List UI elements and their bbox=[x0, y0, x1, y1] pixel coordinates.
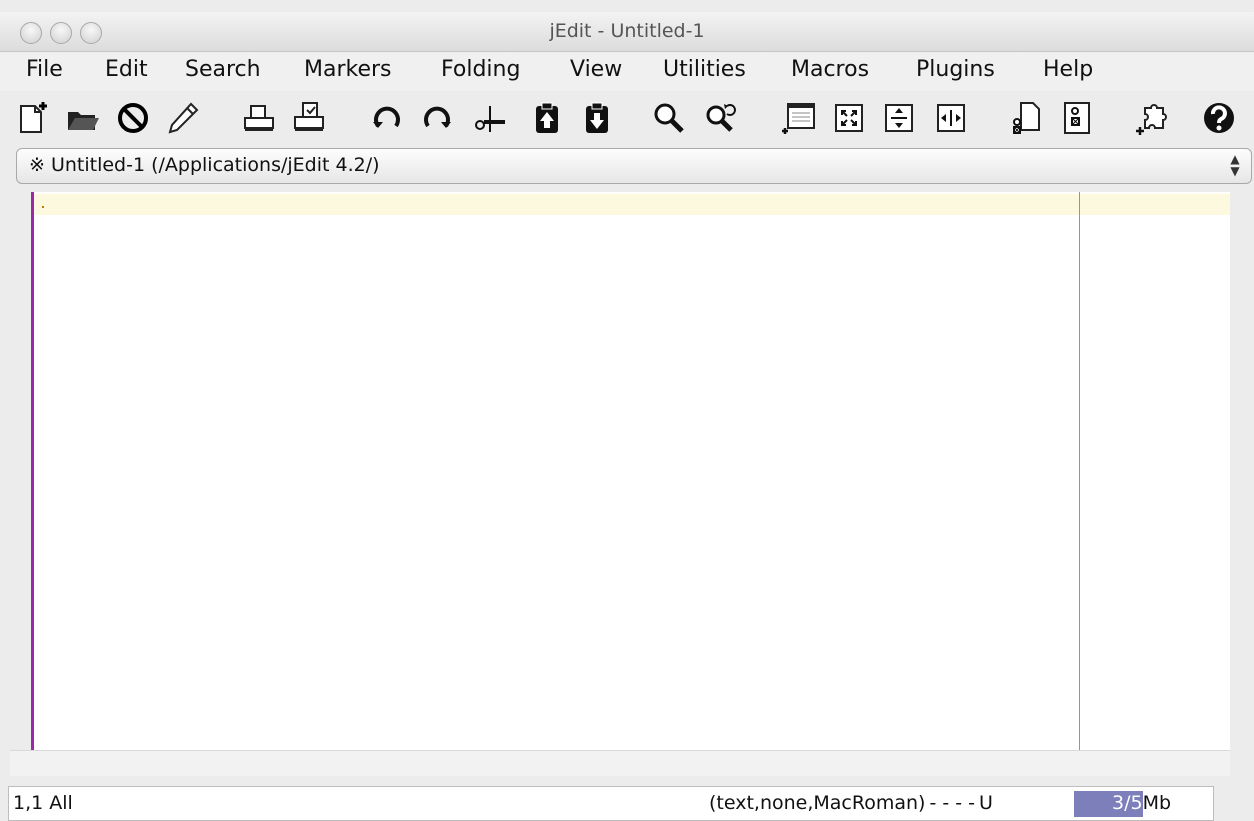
menu-folding[interactable]: Folding bbox=[441, 57, 520, 82]
chevron-up-down-icon: ▲ ▼ bbox=[1230, 152, 1240, 178]
caret-position: 1,1 All bbox=[13, 792, 73, 814]
menu-macros[interactable]: Macros bbox=[791, 57, 869, 82]
menu-edit[interactable]: Edit bbox=[105, 57, 148, 82]
help-button[interactable] bbox=[1200, 95, 1238, 141]
gutter-border bbox=[31, 192, 34, 750]
undo-icon bbox=[373, 106, 400, 128]
split-vertical-icon bbox=[937, 104, 965, 132]
help-icon bbox=[1204, 103, 1234, 133]
open-button[interactable] bbox=[64, 95, 102, 141]
edit-button[interactable] bbox=[164, 95, 202, 141]
plugin-manager-button[interactable] bbox=[1134, 95, 1172, 141]
global-options-icon bbox=[1064, 102, 1090, 134]
cut-button[interactable] bbox=[470, 95, 508, 141]
buffer-switcher[interactable]: ※ Untitled-1 (/Applications/jEdit 4.2/) … bbox=[16, 148, 1252, 184]
menu-file[interactable]: File bbox=[26, 57, 63, 82]
menu-bar: File Edit Search Markers Folding View Ut… bbox=[0, 53, 1254, 91]
horizontal-scrollbar[interactable] bbox=[10, 750, 1230, 776]
memory-used: 3/5 bbox=[1112, 792, 1143, 814]
title-bar: jEdit - Untitled-1 bbox=[0, 12, 1254, 52]
new-file-icon bbox=[20, 102, 47, 133]
print-button[interactable] bbox=[240, 95, 278, 141]
buffer-options-icon bbox=[1013, 102, 1040, 134]
unsplit-button[interactable] bbox=[830, 95, 868, 141]
menu-view[interactable]: View bbox=[570, 57, 622, 82]
gutter[interactable] bbox=[10, 192, 31, 750]
unsplit-icon bbox=[835, 104, 863, 132]
menu-markers[interactable]: Markers bbox=[304, 57, 392, 82]
buffer-status: (text,none,MacRoman) - - - -U bbox=[709, 792, 993, 814]
find-next-icon bbox=[706, 104, 736, 132]
copy-button[interactable] bbox=[528, 95, 566, 141]
status-bar: 1,1 All (text,none,MacRoman) - - - -U 3/5… bbox=[8, 786, 1214, 821]
mode-indicator[interactable]: (text,none,MacRoman) bbox=[709, 792, 925, 814]
edit-pencil-icon bbox=[168, 102, 199, 134]
flags-indicator: - - - - bbox=[929, 792, 975, 814]
split-horizontal-icon bbox=[885, 104, 913, 132]
global-options-button[interactable] bbox=[1058, 95, 1096, 141]
close-buffer-button[interactable] bbox=[114, 95, 152, 141]
memory-status[interactable]: 3/5Mb bbox=[1074, 791, 1189, 817]
undo-button[interactable] bbox=[368, 95, 406, 141]
find-button[interactable] bbox=[650, 95, 688, 141]
page-setup-icon bbox=[294, 102, 324, 131]
caret bbox=[42, 206, 44, 208]
cut-icon bbox=[475, 106, 505, 132]
menu-search[interactable]: Search bbox=[185, 57, 261, 82]
menu-plugins[interactable]: Plugins bbox=[916, 57, 995, 82]
paste-button[interactable] bbox=[578, 95, 616, 141]
redo-button[interactable] bbox=[418, 95, 456, 141]
text-area[interactable] bbox=[10, 192, 1230, 750]
current-line-highlight bbox=[34, 194, 1230, 215]
buffer-options-button[interactable] bbox=[1008, 95, 1046, 141]
split-vertical-button[interactable] bbox=[932, 95, 970, 141]
open-folder-icon bbox=[68, 112, 99, 130]
close-icon bbox=[118, 103, 148, 133]
buffer-switcher-label: ※ Untitled-1 (/Applications/jEdit 4.2/) bbox=[29, 154, 380, 176]
plugin-manager-icon bbox=[1136, 104, 1167, 135]
wrap-guide bbox=[1079, 192, 1080, 750]
copy-icon bbox=[536, 102, 558, 133]
find-next-button[interactable] bbox=[702, 95, 740, 141]
menu-help[interactable]: Help bbox=[1043, 57, 1093, 82]
menu-utilities[interactable]: Utilities bbox=[663, 57, 746, 82]
toolbar bbox=[0, 91, 1254, 147]
new-view-button[interactable] bbox=[780, 95, 818, 141]
vertical-scrollbar[interactable] bbox=[1230, 192, 1254, 750]
split-horizontal-button[interactable] bbox=[880, 95, 918, 141]
redo-icon bbox=[424, 106, 451, 128]
new-view-icon bbox=[782, 103, 815, 134]
find-icon bbox=[654, 103, 684, 133]
print-icon bbox=[244, 105, 274, 131]
memory-unit: Mb bbox=[1142, 792, 1172, 814]
wrap-indicator[interactable]: U bbox=[979, 792, 993, 814]
window-title: jEdit - Untitled-1 bbox=[549, 20, 705, 42]
page-setup-button[interactable] bbox=[290, 95, 328, 141]
memory-text: 3/5Mb bbox=[1074, 792, 1189, 814]
new-file-button[interactable] bbox=[14, 95, 52, 141]
jedit-window: jEdit - Untitled-1 File Edit Search Mark… bbox=[0, 0, 1254, 821]
paste-icon bbox=[586, 102, 608, 133]
